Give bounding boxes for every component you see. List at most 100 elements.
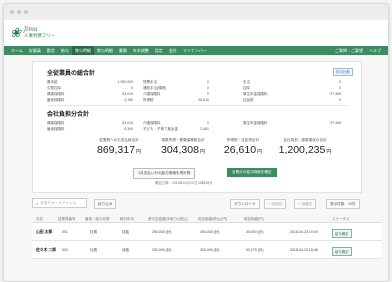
total-unit-company: 円 (326, 149, 332, 155)
status-badge: 給与確定 (332, 246, 352, 256)
per-page-select[interactable]: 表示件数：10件 (326, 199, 360, 209)
emp-row-3-value: 3,150 (124, 98, 133, 102)
emp-row-2-label2: 介護保険料 (143, 92, 161, 96)
search-input[interactable]: ⌕ 氏名やメールアドレス (32, 198, 87, 208)
comp-row-1-value: 6,300 (124, 127, 133, 131)
emp-row-1-value3: 0 (339, 86, 341, 90)
title-bar (4, 4, 388, 20)
total-label-payments: 従業員へのお支払総合計 (99, 138, 139, 142)
emp-row-0-label2: 残業手当 (143, 80, 157, 84)
th-month: 締日年月 (120, 216, 134, 221)
confirm-all-button[interactable]: 全員分の給与明細を確定 (227, 168, 277, 177)
nav-item-feedback[interactable]: ご質問・ご要望 (332, 46, 366, 55)
company-total-title: 会社負担分合計 (47, 112, 90, 118)
total-value-company: 1,200,235円 (274, 144, 336, 156)
total-unit-payments: 円 (135, 149, 141, 155)
table-row[interactable]: 佐々木 二郎 002 社員 月給 290,000 (計) 300,000 (計)… (32, 241, 382, 259)
app-window: ❀ Jimu 人事労務フリー ホーム 従業員 勤怠 給与 賞与明細 賞与明細 書… (3, 3, 389, 282)
bulk-confirm-button[interactable]: 一括確定 (294, 199, 317, 209)
comp-row-0-value3: 97,365 (330, 121, 341, 125)
emp-row-0-label3: 手当 (243, 80, 250, 84)
window-minimize-dot[interactable] (17, 10, 21, 14)
comp-row-1-value2: 2,481 (200, 127, 209, 131)
row-date: 2018-04-23 18:48 (290, 248, 318, 252)
compare-badge[interactable]: 前月比較 (333, 68, 353, 76)
th-name: 氏名 (36, 216, 43, 221)
emp-row-3-value2: 26,610 (198, 98, 209, 102)
total-unit-insurance: 円 (199, 149, 205, 155)
window-close-dot[interactable] (10, 10, 14, 14)
nav-item-attendance[interactable]: 勤怠 (44, 46, 58, 55)
nav-item-payslips[interactable]: 賞与明細 (71, 46, 94, 55)
th-gross: 総支給額(税込)(円) (198, 216, 228, 221)
emp-row-0-value2: 0 (207, 80, 209, 84)
payslip-table: 氏名 従業員番号 雇用・給与形態 締日年月 差引支給額(手取り)(税込) 総支給… (32, 214, 382, 259)
bulk-action-button[interactable]: 一括操作 (264, 199, 287, 209)
recalculate-button[interactable]: 1月支払い分の給与明細を再計算 (133, 168, 196, 179)
row-number: 001 (62, 230, 68, 234)
row-net: 290,000 (計) (152, 248, 172, 252)
total-amount-company: 1,200,235 (278, 144, 326, 156)
nav-item-documents[interactable]: 書類 (116, 46, 130, 55)
row-type: 社員 (90, 230, 97, 234)
th-deduct: 総控除額(円) (244, 216, 264, 221)
row-net: 250,000 (計) (152, 230, 172, 234)
table-row[interactable]: 山田 太郎 001 社員 月給 250,000 (計) 300,000 (計) … (32, 223, 382, 241)
filter-button[interactable]: 絞り込み (94, 199, 117, 209)
row-name[interactable]: 佐々木 二郎 (36, 248, 56, 253)
emp-row-3-label: 雇用保険料 (47, 98, 65, 102)
row-month: 月給 (122, 230, 129, 234)
nav-item-bonus-slips[interactable]: 賞与明細 (94, 46, 116, 55)
row-date: 2018-04-23 19:40 (290, 230, 318, 234)
emp-row-2-label3: 厚生年金保険料 (243, 92, 268, 96)
row-deduct: 60,279 (計) (246, 248, 264, 252)
total-amount-insurance: 304,308 (161, 144, 199, 156)
nav-item-mynumber[interactable]: マイナンバー (180, 46, 210, 55)
logo-icon: ❀ (10, 25, 21, 41)
total-value-payments: 869,317円 (88, 144, 150, 156)
window-maximize-dot[interactable] (24, 10, 28, 14)
emp-row-1-label3: 控除 (243, 86, 250, 90)
emp-row-2-label: 健康保険料 (47, 92, 65, 96)
comp-row-0-label3: 厚生年金保険料 (243, 121, 268, 125)
nav-item-year-end[interactable]: 年末調整 (130, 46, 152, 55)
nav-item-employees[interactable]: 従業員 (26, 46, 44, 55)
nav-item-salary[interactable]: 給与 (58, 46, 72, 55)
total-unit-tax: 円 (257, 149, 263, 155)
th-net: 差引支給額(手取り)(税込) (148, 216, 188, 221)
row-gross: 300,000 (計) (200, 230, 220, 234)
row-month: 月給 (122, 248, 129, 252)
table-header: 氏名 従業員番号 雇用・給与形態 締日年月 差引支給額(手取り)(税込) 総支給… (32, 214, 382, 223)
main-navigation: ホーム 従業員 勤怠 給与 賞与明細 賞与明細 書類 年末調整 設定 会社 マイ… (4, 46, 388, 55)
row-type: 社員 (90, 248, 97, 252)
emp-row-1-label: 欠勤控除 (47, 86, 61, 90)
emp-row-3-label2: 所得税 (143, 98, 154, 102)
comp-row-1-label2: 子ども・子育て拠出金 (143, 127, 178, 131)
row-deduct: 40,000 (計) (246, 230, 264, 234)
comp-row-0-label2: 介護保険料 (143, 121, 161, 125)
emp-row-2-value2: 0 (207, 92, 209, 96)
emp-row-0-value: 1,050,000 (117, 80, 133, 84)
comp-row-0-value2: 0 (207, 121, 209, 125)
comp-row-1-label: 雇用保険料 (47, 127, 65, 131)
row-name[interactable]: 山田 太郎 (36, 230, 52, 235)
nav-item-home[interactable]: ホーム (8, 46, 26, 55)
emp-row-2-value: 53,010 (122, 92, 133, 96)
logo[interactable]: Jimu 人事労務フリー (24, 27, 56, 39)
search-placeholder: 氏名やメールアドレス (40, 200, 77, 205)
nav-right: ご質問・ご要望 ヘルプ (332, 46, 384, 55)
main-content: 全従業員の総合計 前月比較 基本給 1,050,000 残業手当 0 手当 0 … (4, 55, 388, 281)
emp-row-1-value: 0 (131, 86, 133, 90)
nav-item-company[interactable]: 会社 (166, 46, 180, 55)
th-number: 従業員番号 (58, 216, 76, 221)
nav-item-settings[interactable]: 設定 (152, 46, 166, 55)
search-icon: ⌕ (36, 200, 39, 206)
emp-row-1-label2: 通勤手当(課税) (143, 86, 167, 90)
nav-item-help[interactable]: ヘルプ (366, 46, 384, 55)
emp-row-3-value3: 0 (339, 98, 341, 102)
emp-row-2-value3: 97,365 (330, 92, 341, 96)
emp-row-1-value2: 0 (207, 86, 209, 90)
summary-panel: 全従業員の総合計 前月比較 基本給 1,050,000 残業手当 0 手当 0 … (32, 61, 362, 193)
th-status: ステータス (332, 216, 350, 221)
download-button[interactable]: ダウンロード (230, 199, 260, 209)
